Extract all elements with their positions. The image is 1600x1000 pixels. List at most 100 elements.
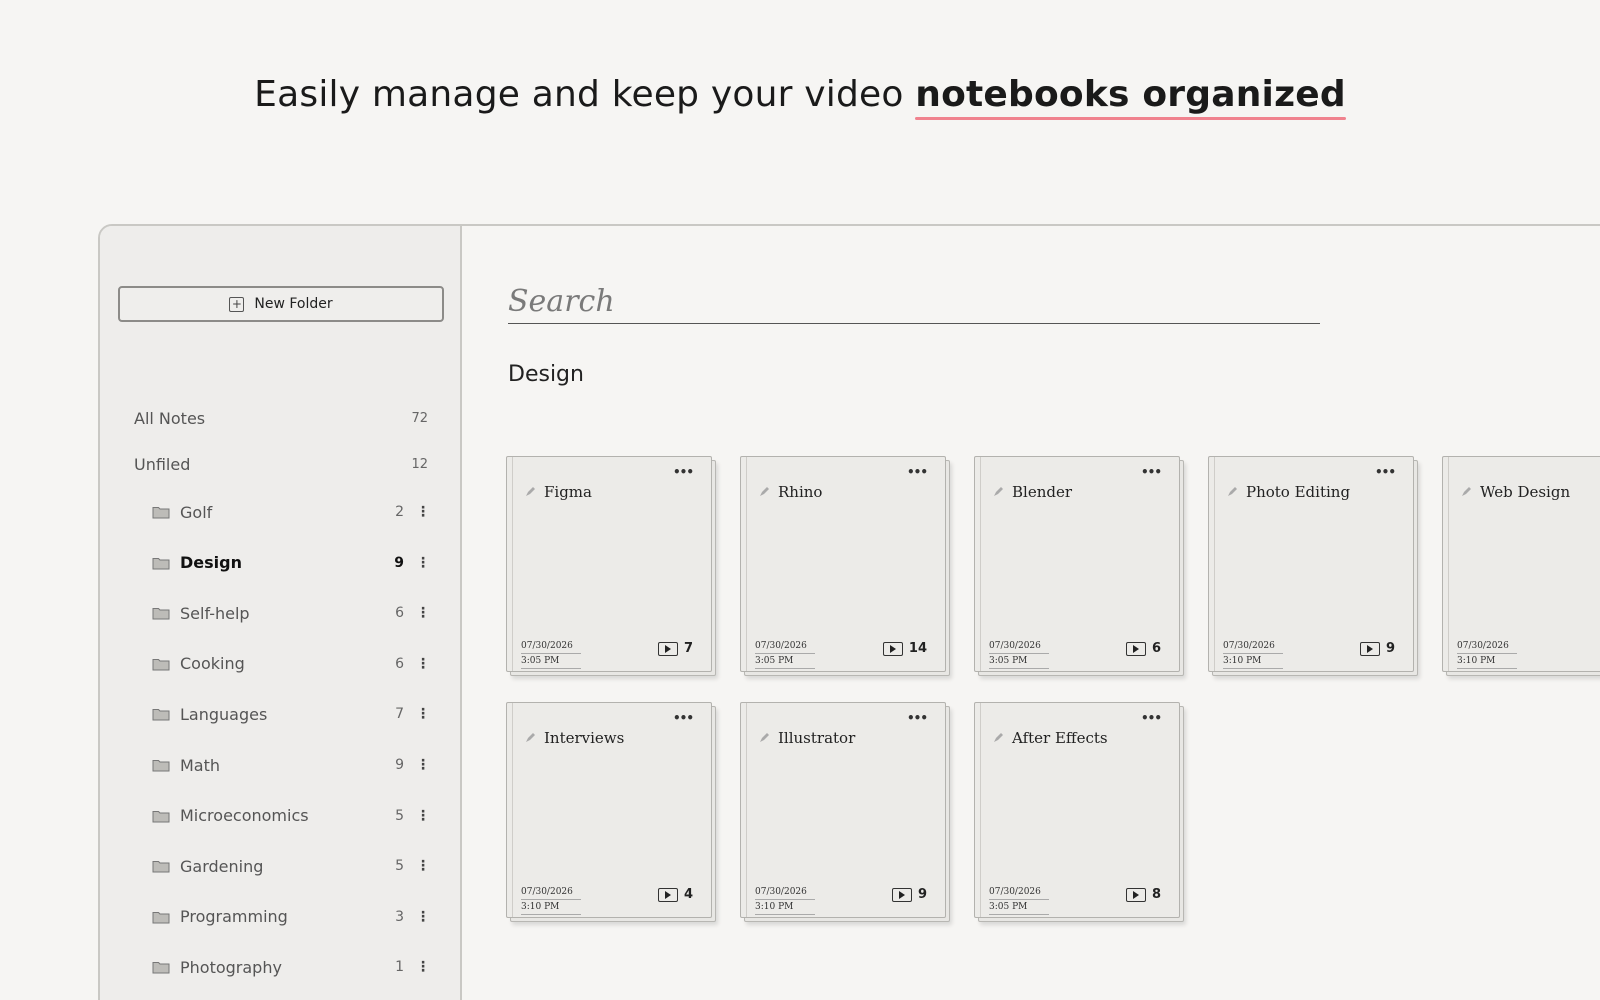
notebook-title: Photo Editing	[1246, 483, 1351, 501]
video-icon	[882, 641, 903, 656]
kebab-menu-icon[interactable]: ⋮	[416, 606, 430, 620]
folder-count: 9	[394, 554, 404, 571]
more-options-icon[interactable]: •••	[1141, 465, 1162, 479]
notebook-card[interactable]: ••• Blender 07/30/2026 3:05 PM 6	[974, 456, 1184, 676]
notebook-date: 07/30/2026 3:05 PM	[989, 639, 1049, 669]
notebook-date: 07/30/2026 3:05 PM	[521, 639, 581, 669]
sidebar-folder-item[interactable]: Self-help 6 ⋮	[152, 601, 430, 625]
card-face: ••• Photo Editing 07/30/2026 3:10 PM 9	[1208, 456, 1414, 672]
notebook-card[interactable]: ••• Illustrator 07/30/2026 3:10 PM 9	[740, 702, 950, 922]
headline-regular: Easily manage and keep your video	[254, 74, 916, 115]
nav-unfiled[interactable]: Unfiled 12	[134, 452, 428, 476]
kebab-menu-icon[interactable]: ⋮	[416, 505, 430, 519]
video-count-value: 8	[1151, 887, 1161, 902]
video-count: 9	[891, 887, 927, 902]
kebab-menu-icon[interactable]: ⋮	[416, 556, 430, 570]
notebook-card[interactable]: ••• After Effects 07/30/2026 3:05 PM 8	[974, 702, 1184, 922]
notebook-title: Interviews	[544, 729, 625, 747]
card-face: ••• Blender 07/30/2026 3:05 PM 6	[974, 456, 1180, 672]
notebook-time-value: 3:05 PM	[755, 654, 815, 669]
folder-count: 6	[395, 605, 404, 622]
folder-count: 6	[395, 655, 404, 672]
sidebar-folder-item[interactable]: Golf 2 ⋮	[152, 500, 430, 524]
video-count-value: 14	[908, 641, 927, 656]
folder-name: Math	[180, 755, 221, 775]
folder-name: Design	[180, 553, 242, 573]
notebook-card[interactable]: •••Web Design07/30/20263:10 PM	[1442, 456, 1600, 676]
more-options-icon[interactable]: •••	[1375, 465, 1396, 479]
folder-count: 5	[395, 858, 404, 875]
video-count-value: 9	[917, 887, 927, 902]
notebook-card[interactable]: ••• Rhino 07/30/2026 3:05 PM 14	[740, 456, 950, 676]
video-icon	[1125, 887, 1146, 902]
video-count-value: 9	[1385, 641, 1395, 656]
video-icon	[657, 641, 678, 656]
folder-name: Cooking	[180, 654, 245, 674]
more-options-icon[interactable]: •••	[1141, 711, 1162, 725]
new-folder-button[interactable]: + New Folder	[118, 286, 444, 322]
video-count-value: 7	[683, 641, 693, 656]
folder-name: Languages	[180, 704, 268, 724]
sidebar-folder-item[interactable]: Design 9 ⋮	[152, 551, 430, 575]
notebook-time-value: 3:10 PM	[755, 900, 815, 915]
folder-name: Golf	[180, 502, 213, 522]
video-count-value: 4	[683, 887, 693, 902]
sidebar-folder-item[interactable]: Gardening 5 ⋮	[152, 854, 430, 878]
card-face: ••• Interviews 07/30/2026 3:10 PM 4	[506, 702, 712, 918]
folder-icon	[152, 707, 170, 721]
notebook-date: 07/30/2026 3:10 PM	[1457, 639, 1517, 669]
nav-all-notes[interactable]: All Notes 72	[134, 406, 428, 430]
notebook-card[interactable]: ••• Photo Editing 07/30/2026 3:10 PM 9	[1208, 456, 1418, 676]
more-options-icon[interactable]: •••	[907, 465, 928, 479]
notebook-date-value: 07/30/2026	[755, 639, 815, 654]
kebab-menu-icon[interactable]: ⋮	[416, 960, 430, 974]
kebab-menu-icon[interactable]: ⋮	[416, 707, 430, 721]
kebab-menu-icon[interactable]: ⋮	[416, 809, 430, 823]
page-headline: Easily manage and keep your video notebo…	[0, 74, 1600, 120]
card-face: •••Web Design07/30/20263:10 PM	[1442, 456, 1600, 672]
notebook-date-value: 07/30/2026	[521, 639, 581, 654]
kebab-menu-icon[interactable]: ⋮	[416, 910, 430, 924]
notebook-date: 07/30/2026 3:05 PM	[755, 639, 815, 669]
sidebar-folder-item[interactable]: Programming 3 ⋮	[152, 905, 430, 929]
pen-icon	[1461, 483, 1472, 501]
video-count-value: 6	[1151, 641, 1161, 656]
app-window: + New Folder All Notes 72 Unfiled 12 Gol…	[98, 224, 1600, 1000]
folder-count: 5	[395, 807, 404, 824]
notebook-date-value: 07/30/2026	[989, 639, 1049, 654]
search-input[interactable]: Search	[508, 278, 1320, 324]
notebook-title: Figma	[544, 483, 592, 501]
folder-count: 2	[395, 504, 404, 520]
kebab-menu-icon[interactable]: ⋮	[416, 657, 430, 671]
pen-icon	[993, 729, 1004, 747]
notebook-date-value: 07/30/2026	[1457, 639, 1517, 654]
notebook-card[interactable]: ••• Interviews 07/30/2026 3:10 PM 4	[506, 702, 716, 922]
headline-emphasis: notebooks organized	[915, 74, 1346, 120]
pen-icon	[759, 483, 770, 501]
sidebar-folder-item[interactable]: Cooking 6 ⋮	[152, 652, 430, 676]
video-count: 7	[657, 641, 693, 656]
notebook-title-row: Photo Editing	[1227, 483, 1350, 501]
card-spine	[746, 703, 747, 917]
notebook-card[interactable]: ••• Figma 07/30/2026 3:05 PM 7	[506, 456, 716, 676]
video-icon	[1125, 641, 1146, 656]
folder-count: 3	[395, 908, 404, 925]
notebook-time-value: 3:05 PM	[989, 900, 1049, 915]
more-options-icon[interactable]: •••	[673, 711, 694, 725]
sidebar-folder-item[interactable]: Languages 7 ⋮	[152, 702, 430, 726]
folder-name: Gardening	[180, 856, 264, 876]
notebook-time-value: 3:05 PM	[989, 654, 1049, 669]
card-spine	[980, 703, 981, 917]
sidebar-folder-item[interactable]: Microeconomics 5 ⋮	[152, 804, 430, 828]
more-options-icon[interactable]: •••	[673, 465, 694, 479]
more-options-icon[interactable]: •••	[907, 711, 928, 725]
video-count: 14	[882, 641, 927, 656]
sidebar-folder-item[interactable]: Photography 1 ⋮	[152, 955, 430, 979]
video-count: 8	[1125, 887, 1161, 902]
kebab-menu-icon[interactable]: ⋮	[416, 859, 430, 873]
sidebar-folder-item[interactable]: Math 9 ⋮	[152, 753, 430, 777]
kebab-menu-icon[interactable]: ⋮	[416, 758, 430, 772]
card-face: ••• Illustrator 07/30/2026 3:10 PM 9	[740, 702, 946, 918]
notebook-title-row: Web Design	[1461, 483, 1570, 501]
folder-icon	[152, 960, 170, 974]
